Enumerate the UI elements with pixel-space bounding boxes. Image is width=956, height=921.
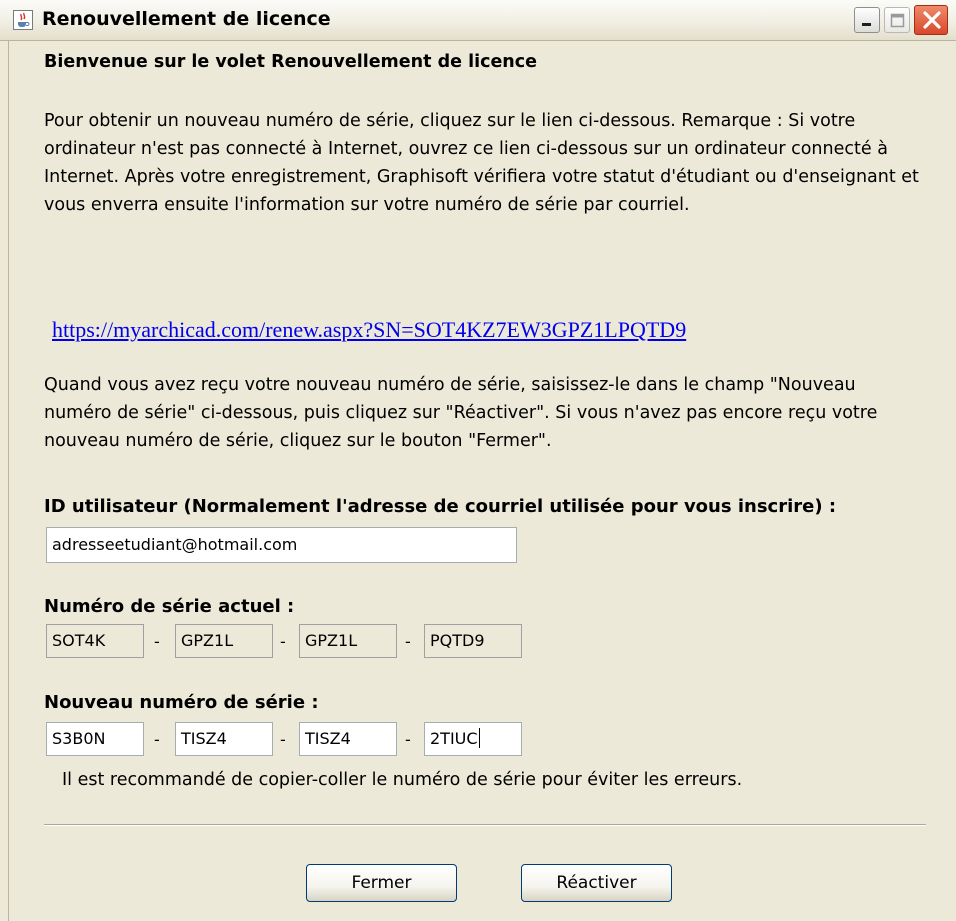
close-window-button[interactable] — [914, 5, 948, 35]
maximize-button[interactable] — [884, 7, 910, 33]
license-renewal-dialog: Renouvellement de licence Bienvenue sur … — [0, 0, 956, 921]
serial-separator: - — [405, 632, 411, 651]
current-serial-label: Numéro de série actuel : — [44, 596, 295, 617]
serial-separator: - — [154, 730, 160, 749]
title-bar[interactable]: Renouvellement de licence — [0, 0, 956, 41]
new-serial-label: Nouveau numéro de série : — [44, 692, 319, 713]
serial-separator: - — [280, 730, 286, 749]
instructions-paragraph: Quand vous avez reçu votre nouveau numér… — [44, 375, 878, 451]
serial-separator: - — [280, 632, 286, 651]
window-title: Renouvellement de licence — [42, 8, 331, 30]
current-serial-part-2: GPZ1L — [175, 624, 273, 658]
current-serial-part-4: PQTD9 — [424, 624, 522, 658]
current-serial-part-3: GPZ1L — [299, 624, 397, 658]
new-serial-part-1[interactable]: S3B0N — [46, 722, 144, 756]
minimize-icon — [862, 23, 871, 26]
new-serial-part-2[interactable]: TISZ4 — [175, 722, 273, 756]
maximize-icon — [890, 13, 905, 28]
copy-paste-note: Il est recommandé de copier-coller le nu… — [62, 770, 743, 790]
new-serial-part-4-text: 2TIUC — [430, 729, 478, 748]
serial-separator: - — [405, 730, 411, 749]
renew-link[interactable]: https://myarchicad.com/renew.aspx?SN=SOT… — [52, 317, 686, 343]
current-serial-part-1: SOT4K — [46, 624, 144, 658]
separator — [44, 824, 926, 826]
close-button[interactable]: Fermer — [306, 864, 457, 902]
reactivate-button[interactable]: Réactiver — [521, 864, 672, 902]
page-heading: Bienvenue sur le volet Renouvellement de… — [44, 52, 538, 72]
intro-paragraph: Pour obtenir un nouveau numéro de série,… — [44, 111, 919, 215]
new-serial-part-3[interactable]: TISZ4 — [299, 722, 397, 756]
serial-separator: - — [154, 632, 160, 651]
user-id-field[interactable]: adresseetudiant@hotmail.com — [46, 527, 517, 563]
text-caret — [478, 728, 480, 748]
new-serial-part-4[interactable]: 2TIUC — [424, 722, 522, 756]
java-cup-icon — [13, 10, 33, 30]
minimize-button[interactable] — [854, 7, 880, 33]
close-icon — [923, 11, 941, 29]
user-id-label: ID utilisateur (Normalement l'adresse de… — [44, 496, 837, 517]
